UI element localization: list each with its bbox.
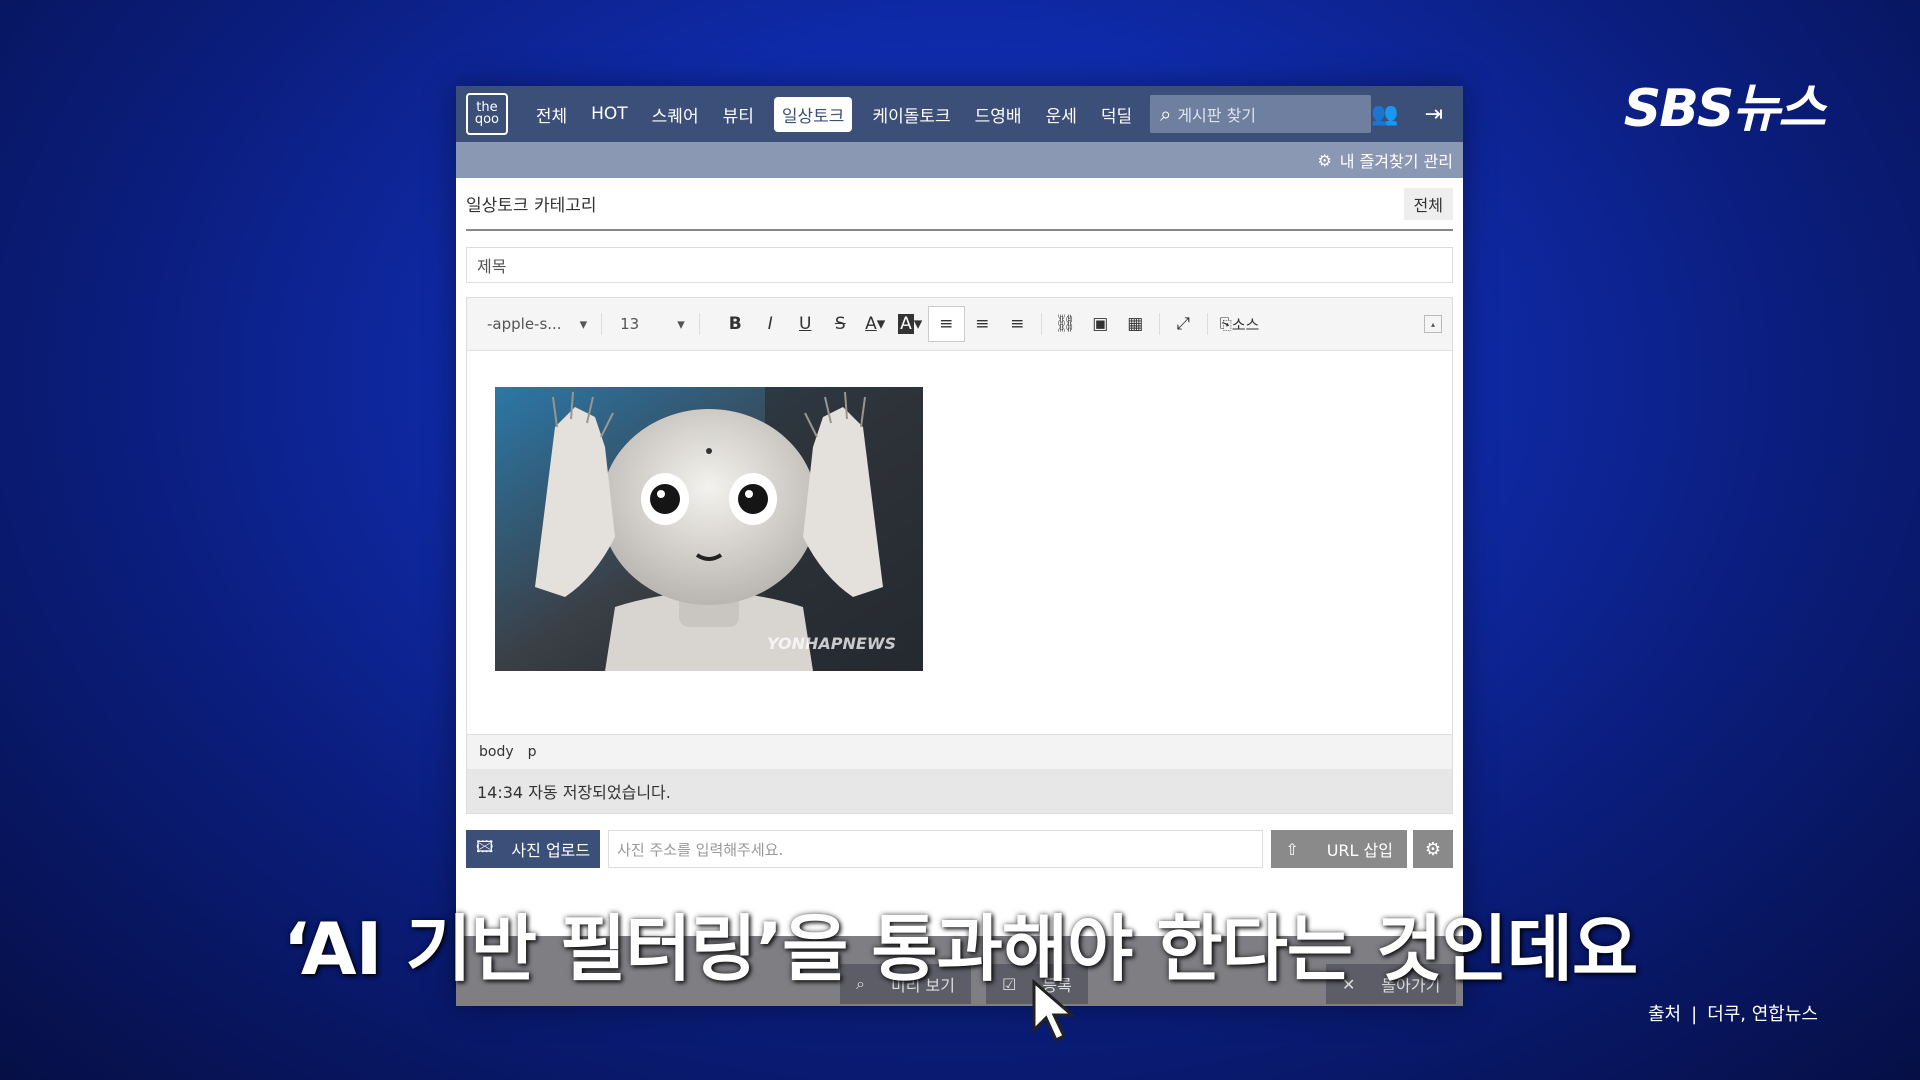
underline-icon[interactable]: U	[788, 307, 823, 341]
logout-icon[interactable]: ⇥	[1425, 102, 1443, 127]
bold-icon[interactable]: B	[718, 307, 753, 341]
browser-window: the qoo 전체 HOT 스퀘어 뷰티 일상토크 케이돌토크 드영배 운세 …	[456, 86, 1463, 1006]
editor-content[interactable]: YONHAPNEWS	[467, 351, 1452, 734]
font-family-value: -apple-s...	[487, 315, 562, 333]
nav-item-daily-talk[interactable]: 일상토크	[773, 96, 853, 132]
fullscreen-icon[interactable]: ⤢	[1166, 307, 1201, 341]
category-row: 일상토크 카테고리 전체	[466, 178, 1453, 231]
image-icon[interactable]: ▣	[1083, 307, 1118, 341]
source-credit: 출처 | 더쿠, 연합뉴스	[1647, 1004, 1818, 1025]
collapse-icon[interactable]: ▴	[1424, 315, 1442, 333]
path-body[interactable]: body	[479, 744, 514, 760]
align-left-icon[interactable]: ≡	[927, 306, 965, 342]
photo-url-input[interactable]: 사진 주소를 입력해주세요.	[608, 830, 1264, 868]
board-search-input[interactable]: ⌕ 게시판 찾기	[1150, 95, 1372, 133]
users-icon[interactable]: 👥	[1371, 102, 1398, 127]
gear-icon: ⚙	[1424, 838, 1442, 860]
nav-item-beauty[interactable]: 뷰티	[723, 102, 754, 127]
favorites-bar: ⚙ 내 즐겨찾기 관리	[456, 142, 1463, 178]
url-insert-label: URL 삽입	[1326, 841, 1393, 860]
nav-item-deal[interactable]: 덕딜	[1101, 102, 1132, 127]
favorites-link[interactable]: 내 즐겨찾기 관리	[1340, 148, 1453, 172]
align-right-icon[interactable]: ≡	[1000, 307, 1035, 341]
url-insert-button[interactable]: ⇧ URL 삽입	[1271, 830, 1407, 868]
nav-item-fortune[interactable]: 운세	[1046, 102, 1077, 127]
highlight-icon[interactable]: A ▾	[893, 307, 928, 341]
italic-icon[interactable]: I	[753, 307, 788, 341]
yonhap-watermark: YONHAPNEWS	[767, 634, 896, 653]
source-value: 더쿠, 연합뉴스	[1707, 1004, 1818, 1025]
path-p[interactable]: p	[528, 744, 537, 760]
font-size-select[interactable]: 13 ▾	[620, 313, 700, 335]
upload-icon: ⇧	[1285, 839, 1299, 859]
nav-item-all[interactable]: 전체	[536, 102, 567, 127]
font-size-value: 13	[620, 315, 640, 333]
font-family-select[interactable]: -apple-s... ▾	[487, 313, 603, 335]
photo-upload-button[interactable]: 🖾 사진 업로드	[466, 830, 601, 868]
category-label: 일상토크 카테고리	[466, 196, 597, 216]
search-placeholder: 게시판 찾기	[1177, 106, 1257, 125]
sbs-news-logo: SBS뉴스	[1623, 79, 1826, 139]
search-icon: ⌕	[1160, 102, 1172, 126]
photo-icon: 🖾	[476, 836, 494, 856]
rich-text-editor: -apple-s... ▾ 13 ▾ B I U S A ▾ A ▾ ≡ ≡ ≡ ⛓…	[466, 297, 1453, 814]
title-input[interactable]: 제목	[466, 247, 1453, 283]
source-button[interactable]: ⎘ 소스	[1214, 307, 1266, 341]
source-label: 출처	[1647, 1004, 1682, 1025]
gear-icon[interactable]: ⚙	[1317, 151, 1331, 170]
chevron-down-icon: ▾	[677, 315, 685, 333]
chevron-down-icon: ▾	[579, 315, 588, 333]
element-path-bar: body p	[467, 734, 1452, 769]
nav-item-drama[interactable]: 드영배	[975, 102, 1022, 127]
site-logo[interactable]: the qoo	[466, 93, 508, 135]
robot-photo: YONHAPNEWS	[495, 387, 923, 671]
settings-gear-button[interactable]: ⚙	[1413, 830, 1453, 868]
subtitle-caption: ‘AI 기반 필터링’을 통과해야 한다는 것인데요	[282, 907, 1638, 991]
nav-item-hot[interactable]: HOT	[591, 104, 628, 124]
link-icon[interactable]: ⛓	[1048, 307, 1083, 341]
font-color-icon[interactable]: A ▾	[858, 307, 893, 341]
photo-upload-label: 사진 업로드	[511, 841, 591, 860]
editor-toolbar: -apple-s... ▾ 13 ▾ B I U S A ▾ A ▾ ≡ ≡ ≡ ⛓…	[467, 298, 1452, 351]
nav-item-square[interactable]: 스퀘어	[652, 102, 699, 127]
strikethrough-icon[interactable]: S	[823, 307, 858, 341]
top-nav: the qoo 전체 HOT 스퀘어 뷰티 일상토크 케이돌토크 드영배 운세 …	[456, 86, 1463, 142]
category-select[interactable]: 전체	[1403, 187, 1453, 220]
nav-item-kdol-talk[interactable]: 케이돌토크	[872, 102, 950, 127]
autosave-status: 14:34 자동 저장되었습니다.	[467, 769, 1452, 813]
align-center-icon[interactable]: ≡	[965, 307, 1000, 341]
source-label: 소스	[1231, 315, 1260, 334]
table-icon[interactable]: ▦	[1118, 307, 1153, 341]
mouse-cursor-icon	[1032, 978, 1077, 1043]
photo-upload-row: 🖾 사진 업로드 사진 주소를 입력해주세요. ⇧ URL 삽입 ⚙	[466, 830, 1453, 868]
